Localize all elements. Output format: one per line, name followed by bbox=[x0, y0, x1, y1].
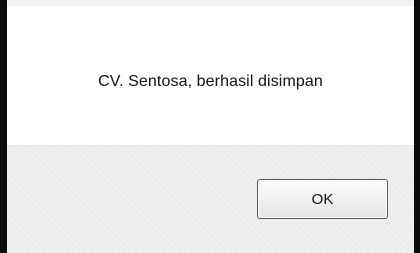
dialog-button-bar: OK bbox=[7, 145, 414, 253]
window-border-left bbox=[0, 0, 7, 253]
ok-button[interactable]: OK bbox=[257, 179, 388, 219]
message-dialog: CV. Sentosa, berhasil disimpan OK bbox=[0, 0, 420, 253]
dialog-content: CV. Sentosa, berhasil disimpan bbox=[7, 6, 414, 145]
dialog-message: CV. Sentosa, berhasil disimpan bbox=[98, 73, 323, 90]
window-border-right bbox=[414, 0, 420, 253]
